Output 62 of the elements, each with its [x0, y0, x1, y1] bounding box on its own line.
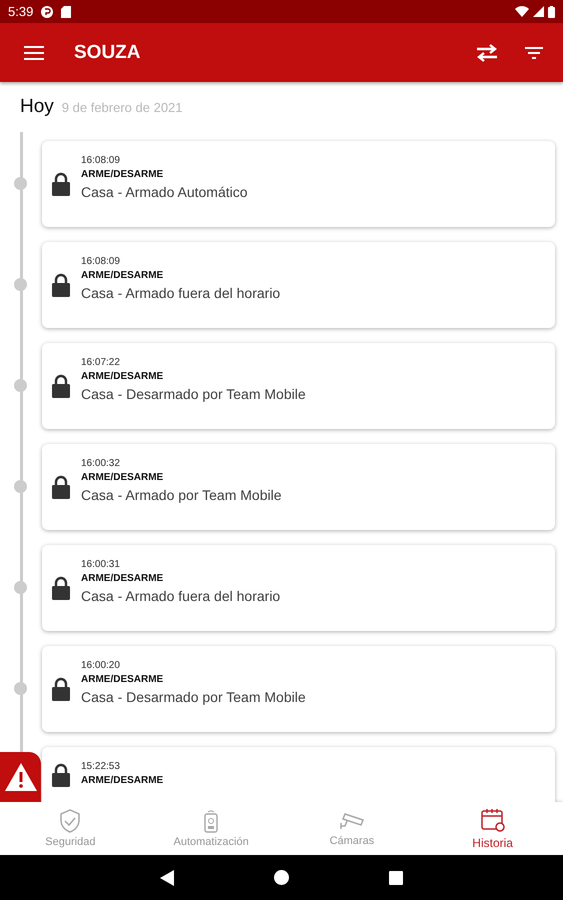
security-camera-icon	[338, 810, 365, 832]
event-card[interactable]: 15:22:53 ARME/DESARME	[42, 747, 555, 802]
event-message: Casa - Armado fuera del horario	[81, 588, 280, 604]
overview-icon[interactable]	[389, 870, 403, 884]
home-icon[interactable]	[274, 870, 289, 885]
app-title: SOUZA	[74, 42, 140, 64]
event-type: ARME/DESARME	[81, 472, 164, 483]
shield-check-icon	[59, 809, 82, 833]
timeline-dot	[14, 177, 27, 190]
alert-button[interactable]	[0, 752, 41, 802]
event-card[interactable]: 16:07:22 ARME/DESARME Casa - Desarmado por Team Mobile	[42, 343, 555, 429]
lock-icon	[52, 576, 70, 600]
battery-icon	[548, 6, 555, 18]
event-time: 16:00:31	[81, 559, 121, 570]
lock-icon	[52, 677, 70, 701]
event-card[interactable]: 16:00:32 ARME/DESARME Casa - Armado por Team Mobile	[42, 444, 555, 530]
lock-icon	[52, 172, 70, 196]
calendar-icon	[480, 807, 506, 833]
warning-icon	[4, 762, 38, 792]
event-time: 16:08:09	[81, 256, 121, 267]
clock: 5:39	[8, 4, 34, 19]
event-message: Casa - Armado por Team Mobile	[81, 487, 282, 503]
event-message: Casa - Desarmado por Team Mobile	[81, 689, 306, 705]
event-time: 15:22:53	[81, 761, 121, 772]
day-label: Hoy	[20, 96, 54, 118]
timeline-dot	[14, 278, 27, 291]
event-time: 16:07:22	[81, 357, 121, 368]
event-card[interactable]: 16:00:20 ARME/DESARME Casa - Desarmado por Team Mobile	[42, 646, 555, 732]
lock-icon	[52, 374, 70, 398]
notification-icon	[41, 6, 54, 18]
event-time: 16:00:20	[81, 660, 121, 671]
timeline-dot	[14, 581, 27, 594]
lock-icon	[52, 273, 70, 297]
sd-card-icon	[61, 6, 72, 18]
event-type: ARME/DESARME	[81, 775, 164, 786]
event-type: ARME/DESARME	[81, 371, 164, 382]
event-message: Casa - Armado Automático	[81, 184, 248, 200]
event-time: 16:08:09	[81, 155, 121, 166]
timeline-dot	[14, 379, 27, 392]
event-type: ARME/DESARME	[81, 270, 164, 281]
filter-icon[interactable]	[525, 46, 543, 58]
event-type: ARME/DESARME	[81, 573, 164, 584]
back-icon[interactable]	[160, 870, 174, 886]
event-card[interactable]: 16:00:31 ARME/DESARME Casa - Armado fuera del horario	[42, 545, 555, 631]
event-card[interactable]: 16:08:09 ARME/DESARME Casa - Armado fuera del horario	[42, 242, 555, 328]
lock-icon	[52, 475, 70, 499]
date-label: 9 de febrero de 2021	[62, 100, 183, 115]
timeline-dot	[14, 682, 27, 695]
timeline-dot	[14, 480, 27, 493]
lock-icon	[52, 762, 70, 786]
event-message: Casa - Armado fuera del horario	[81, 285, 280, 301]
event-type: ARME/DESARME	[81, 169, 164, 180]
nav-tab[interactable]: Historia	[422, 802, 563, 855]
event-type: ARME/DESARME	[81, 674, 164, 685]
menu-icon[interactable]	[24, 46, 44, 60]
swap-arrows-icon[interactable]	[475, 44, 499, 62]
remote-icon	[204, 809, 218, 833]
event-time: 16:00:32	[81, 458, 121, 469]
wifi-icon	[515, 6, 529, 17]
signal-icon	[533, 6, 544, 17]
event-card[interactable]: 16:08:09 ARME/DESARME Casa - Armado Automático	[42, 141, 555, 227]
event-message: Casa - Desarmado por Team Mobile	[81, 386, 306, 402]
